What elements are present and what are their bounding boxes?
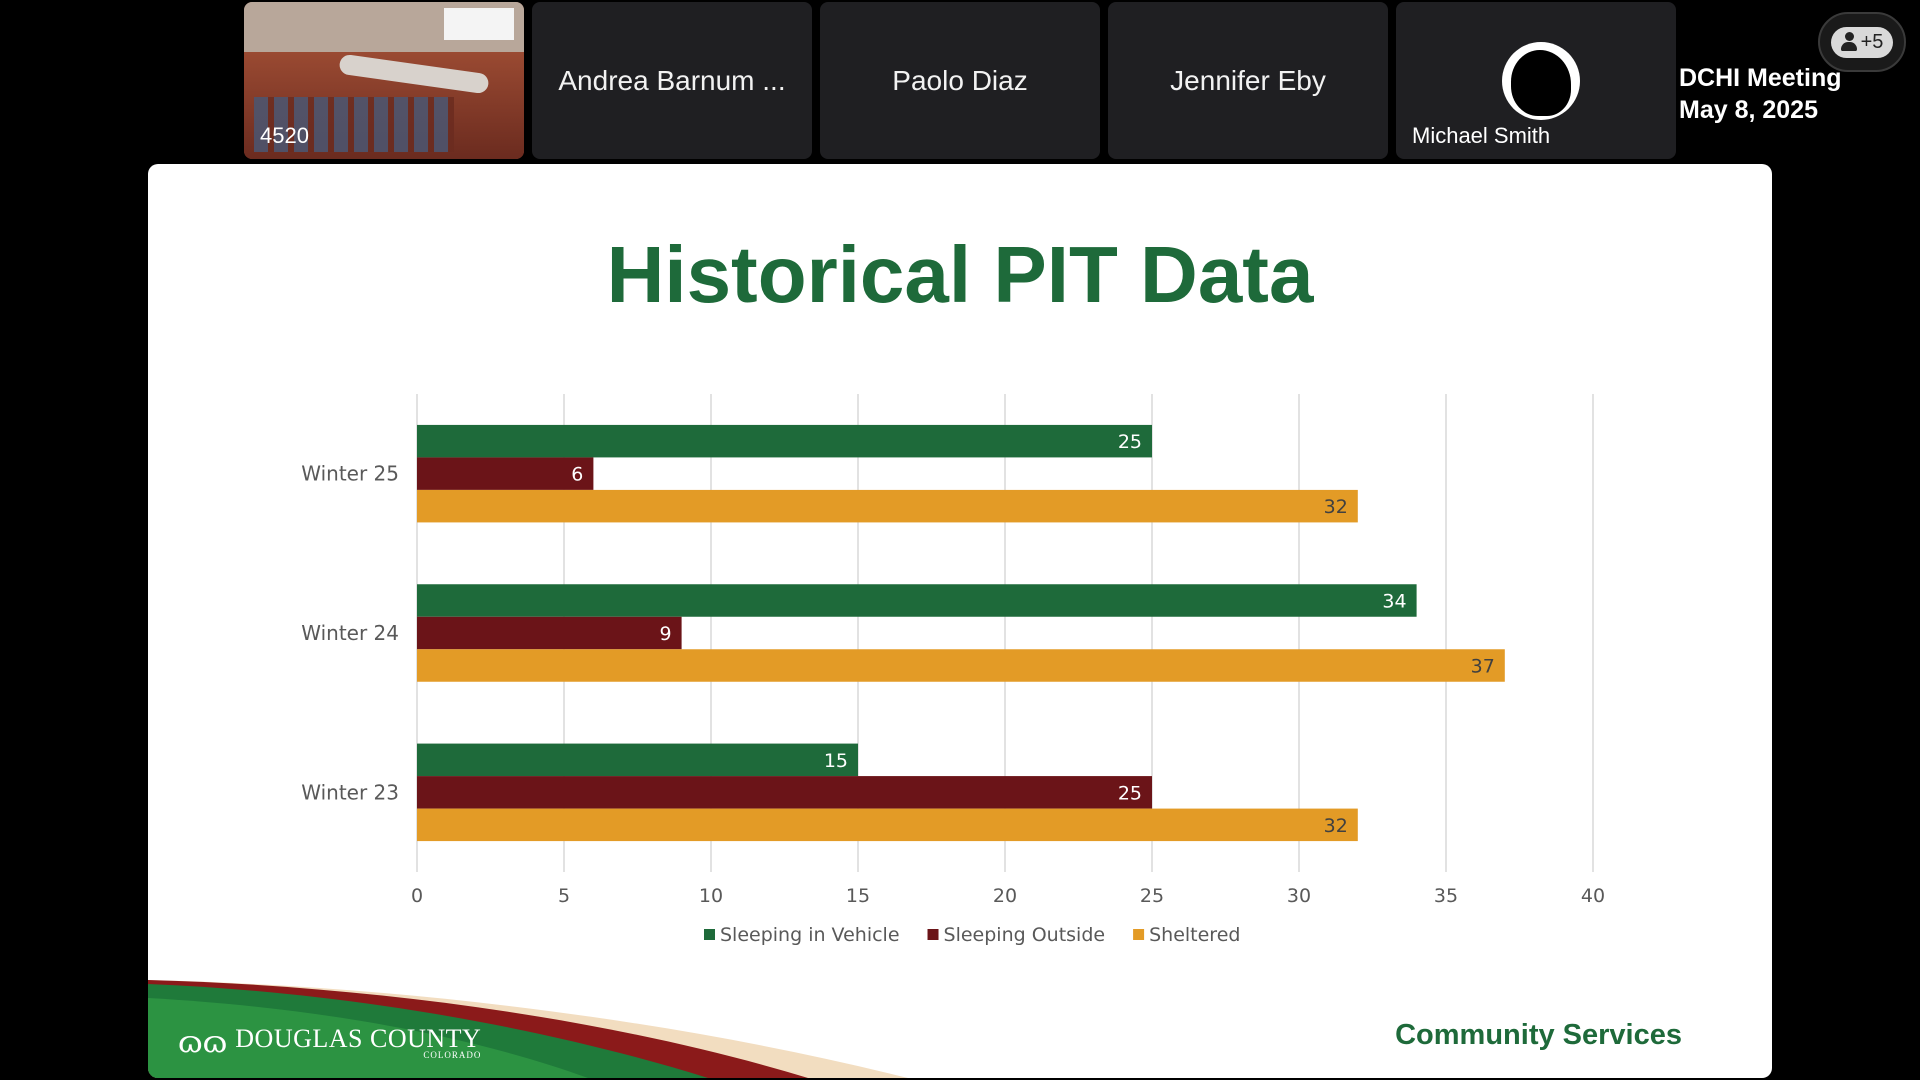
bar-data-label: 9 xyxy=(660,623,672,645)
bar-data-label: 34 xyxy=(1382,591,1406,613)
person-icon xyxy=(1840,32,1857,52)
category-label: Winter 23 xyxy=(301,780,399,804)
participant-name: Andrea Barnum ... xyxy=(558,64,786,96)
logo-state: COLORADO xyxy=(423,1050,482,1060)
x-tick-label: 0 xyxy=(411,885,423,907)
bar-data-label: 6 xyxy=(571,464,583,486)
bar-chart: 0 5 10 15 20 25 30 35 40 Winter 25 25 6 32 Winter 24 3… xyxy=(301,394,1605,946)
legend-swatch xyxy=(704,929,715,940)
legend-label: Sleeping in Vehicle xyxy=(720,924,900,946)
x-tick-label: 25 xyxy=(1140,885,1164,907)
participant-name: Jennifer Eby xyxy=(1170,64,1326,96)
bar xyxy=(417,743,858,777)
participant-tile[interactable]: Andrea Barnum ... xyxy=(532,2,812,159)
x-tick-label: 35 xyxy=(1434,885,1458,907)
x-tick-label: 40 xyxy=(1581,885,1605,907)
participant-name: Michael Smith xyxy=(1412,123,1551,148)
category-label: Winter 25 xyxy=(301,462,399,486)
x-tick-label: 20 xyxy=(993,885,1017,907)
participant-tile[interactable]: Jennifer Eby xyxy=(1108,2,1388,159)
bar-data-label: 25 xyxy=(1118,782,1142,804)
x-tick-label: 15 xyxy=(846,885,870,907)
room-video-tile[interactable]: 4520 xyxy=(244,2,524,159)
bar xyxy=(417,424,1152,458)
meeting-date: May 8, 2025 xyxy=(1679,96,1818,124)
legend-swatch xyxy=(1133,929,1145,940)
participants-count: +5 xyxy=(1860,30,1884,53)
bar xyxy=(417,649,1505,682)
bar xyxy=(417,584,1417,617)
meeting-title: DCHI Meeting xyxy=(1679,64,1842,92)
room-screen xyxy=(444,8,514,40)
bar-data-label: 37 xyxy=(1471,656,1495,678)
participants-button[interactable]: +5 xyxy=(1818,12,1906,72)
category-label: Winter 24 xyxy=(301,621,399,645)
participant-tile[interactable]: Paolo Diaz xyxy=(820,2,1100,159)
bar xyxy=(417,457,594,490)
x-tick-label: 10 xyxy=(699,885,723,907)
bar xyxy=(417,776,1152,809)
legend-label: Sleeping Outside xyxy=(944,924,1106,946)
participant-tile-avatar[interactable]: Michael Smith xyxy=(1396,2,1676,159)
bar xyxy=(417,808,1358,842)
bar-data-label: 32 xyxy=(1324,815,1348,837)
participant-name: Paolo Diaz xyxy=(892,64,1028,96)
department-label: Community Services xyxy=(1395,1019,1682,1051)
douglas-county-logo: ɷɷ DOUGLAS COUNTY COLORADO xyxy=(178,1024,481,1060)
bar-data-label: 15 xyxy=(824,750,848,772)
bar xyxy=(417,616,682,650)
bar-data-label: 25 xyxy=(1118,431,1142,453)
room-tile-tag: 4520 xyxy=(260,123,309,148)
shared-slide: Historical PIT Data 0 5 10 15 20 25 30 35 40 Wint… xyxy=(148,164,1772,1078)
bar-data-label: 32 xyxy=(1324,496,1348,518)
x-tick-label: 5 xyxy=(558,885,570,907)
legend-label: Sheltered xyxy=(1149,924,1240,946)
meeting-info: DCHI Meeting May 8, 2025 xyxy=(1679,62,1842,126)
person-silhouette-icon xyxy=(1502,42,1580,120)
legend-swatch xyxy=(927,929,939,940)
bar xyxy=(417,489,1358,523)
logo-mark: ɷɷ xyxy=(178,1025,228,1060)
x-tick-label: 30 xyxy=(1287,885,1311,907)
